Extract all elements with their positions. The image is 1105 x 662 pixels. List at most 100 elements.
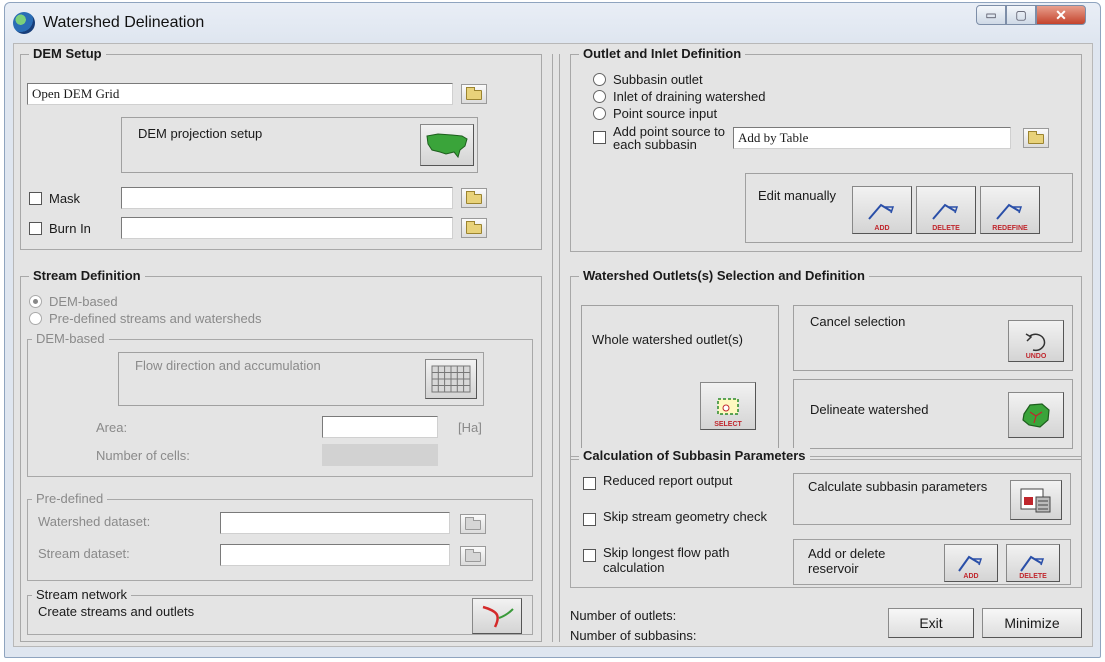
calculate-parameters-panel: Calculate subbasin parameters: [793, 473, 1071, 525]
folder-icon: [466, 191, 482, 204]
delete-point-caption: DELETE: [932, 225, 960, 232]
point-source-radio[interactable]: [593, 107, 606, 120]
dem-based-label: DEM-based: [49, 294, 118, 309]
redefine-point-button[interactable]: REDEFINE: [980, 186, 1040, 234]
whole-watershed-label: Whole watershed outlet(s): [592, 332, 744, 347]
folder-icon: [466, 87, 482, 100]
add-by-table-browse-button[interactable]: [1023, 128, 1049, 148]
flow-direction-button[interactable]: [425, 359, 477, 399]
window-controls: ▭ ▢ ✕: [976, 5, 1086, 25]
stream-dataset-browse-button[interactable]: [460, 546, 486, 566]
area-field[interactable]: [322, 416, 438, 438]
minimize-button[interactable]: Minimize: [982, 608, 1082, 638]
burn-in-browse-button[interactable]: [461, 218, 487, 238]
delineate-watershed-button[interactable]: [1008, 392, 1064, 438]
add-point-button[interactable]: ADD: [852, 186, 912, 234]
burn-in-checkbox[interactable]: [29, 222, 42, 235]
calculate-parameters-button[interactable]: [1010, 480, 1062, 520]
area-unit-label: [Ha]: [458, 420, 482, 435]
dem-projection-panel: DEM projection setup: [121, 117, 478, 173]
delete-reservoir-icon: [1020, 555, 1045, 572]
create-streams-label: Create streams and outlets: [38, 604, 195, 619]
number-of-outlets-label: Number of outlets:: [570, 608, 677, 623]
dem-based-group-legend: DEM-based: [32, 331, 109, 346]
folder-icon: [465, 517, 481, 530]
add-outlet-icon: [868, 203, 895, 220]
reservoir-panel: Add or delete reservoir ADD DELETE: [793, 539, 1071, 585]
redefine-outlet-icon: [996, 203, 1023, 220]
subbasin-parameters-legend: Calculation of Subbasin Parameters: [579, 448, 810, 463]
outlets-selection-group: Watershed Outlets(s) Selection and Defin…: [570, 268, 1082, 460]
create-streams-button[interactable]: [472, 598, 522, 634]
outlet-inlet-legend: Outlet and Inlet Definition: [579, 46, 746, 61]
mask-checkbox[interactable]: [29, 192, 42, 205]
add-point-source-label: Add point source to each subbasin: [613, 124, 726, 152]
reservoir-label: Add or delete reservoir: [808, 546, 886, 576]
inlet-watershed-label: Inlet of draining watershed: [613, 89, 766, 104]
folder-icon: [465, 549, 481, 562]
delete-outlet-icon: [932, 203, 959, 220]
predefined-streams-radio[interactable]: [29, 312, 42, 325]
maximize-window-button[interactable]: ▢: [1006, 5, 1036, 25]
watershed-dataset-browse-button[interactable]: [460, 514, 486, 534]
watershed-dataset-field[interactable]: [220, 512, 450, 534]
select-outlet-icon: [717, 398, 739, 415]
undo-icon: [1025, 333, 1046, 352]
predefined-group-legend: Pre-defined: [32, 491, 108, 506]
skip-stream-geometry-checkbox[interactable]: [583, 513, 596, 526]
skip-longest-flow-checkbox[interactable]: [583, 549, 596, 562]
add-reservoir-icon: [958, 555, 983, 572]
edit-manually-label: Edit manually: [758, 188, 837, 203]
stream-dataset-label: Stream dataset:: [38, 546, 130, 561]
number-of-cells-field: [322, 444, 438, 466]
edit-manually-panel: Edit manually ADD DELETE REDEFINE: [745, 173, 1073, 243]
calculate-parameters-label: Calculate subbasin parameters: [808, 479, 988, 494]
add-point-source-checkbox[interactable]: [593, 131, 606, 144]
subbasin-outlet-radio[interactable]: [593, 73, 606, 86]
dem-projection-button[interactable]: [420, 124, 474, 166]
reduced-report-label: Reduced report output: [603, 473, 733, 488]
close-window-button[interactable]: ✕: [1036, 5, 1086, 25]
stream-dataset-field[interactable]: [220, 544, 450, 566]
outlet-inlet-group: Outlet and Inlet Definition Subbasin out…: [570, 46, 1082, 252]
watershed-map-icon: [1022, 403, 1050, 428]
stream-network-legend: Stream network: [32, 587, 132, 602]
delete-point-button[interactable]: DELETE: [916, 186, 976, 234]
stream-definition-legend: Stream Definition: [29, 268, 145, 283]
dem-grid-browse-button[interactable]: [461, 84, 487, 104]
burn-in-label: Burn In: [49, 221, 91, 236]
outlets-selection-legend: Watershed Outlets(s) Selection and Defin…: [579, 268, 869, 283]
delete-reservoir-button[interactable]: DELETE: [1006, 544, 1060, 582]
us-map-icon: [426, 133, 468, 159]
burn-in-field[interactable]: [121, 217, 453, 239]
select-outlet-button[interactable]: SELECT: [700, 382, 756, 430]
mask-label: Mask: [49, 191, 81, 206]
cancel-selection-label: Cancel selection: [810, 314, 906, 329]
skip-longest-flow-label: Skip longest flow path calculation: [603, 545, 730, 575]
dem-setup-legend: DEM Setup: [29, 46, 106, 61]
mask-field[interactable]: [121, 187, 453, 209]
area-label: Area:: [96, 420, 128, 435]
reduced-report-checkbox[interactable]: [583, 477, 596, 490]
delete-reservoir-caption: DELETE: [1019, 573, 1047, 580]
dem-setup-group: DEM Setup Open DEM Grid DEM projection s…: [20, 46, 542, 250]
add-point-caption: ADD: [874, 225, 890, 232]
title-bar[interactable]: Watershed Delineation ▭ ▢ ✕: [5, 3, 1100, 43]
predefined-group: Pre-defined Watershed dataset: Stream da…: [27, 491, 533, 581]
minimize-window-button[interactable]: ▭: [976, 5, 1006, 25]
subbasin-outlet-label: Subbasin outlet: [613, 72, 703, 87]
inlet-watershed-radio[interactable]: [593, 90, 606, 103]
flow-direction-label: Flow direction and accumulation: [135, 358, 321, 373]
dem-grid-field[interactable]: Open DEM Grid: [27, 83, 453, 105]
point-source-label: Point source input: [613, 106, 718, 121]
folder-icon: [466, 221, 482, 234]
number-of-subbasins-label: Number of subbasins:: [570, 628, 697, 643]
exit-button[interactable]: Exit: [888, 608, 974, 638]
add-reservoir-button[interactable]: ADD: [944, 544, 998, 582]
dem-based-radio[interactable]: [29, 295, 42, 308]
dem-projection-label: DEM projection setup: [138, 126, 263, 141]
mask-browse-button[interactable]: [461, 188, 487, 208]
undo-selection-button[interactable]: UNDO: [1008, 320, 1064, 362]
select-outlet-caption: SELECT: [714, 421, 742, 428]
add-by-table-field[interactable]: Add by Table: [733, 127, 1011, 149]
